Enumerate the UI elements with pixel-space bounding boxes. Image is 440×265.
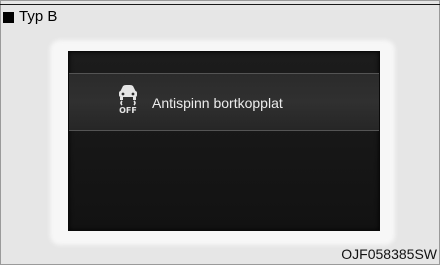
- traction-control-off-icon: OFF: [114, 80, 142, 120]
- car-skid-icon: [119, 85, 137, 106]
- caption-label: Typ B: [19, 8, 58, 25]
- caption-square-icon: [3, 11, 14, 23]
- off-label: OFF: [119, 106, 137, 115]
- warning-message: Antispinn bortkopplat: [152, 95, 283, 111]
- figure-caption: Typ B: [3, 8, 57, 26]
- image-code: OJF058385SW: [341, 246, 437, 262]
- header-rule: [0, 4, 440, 5]
- cluster-display: [68, 51, 380, 231]
